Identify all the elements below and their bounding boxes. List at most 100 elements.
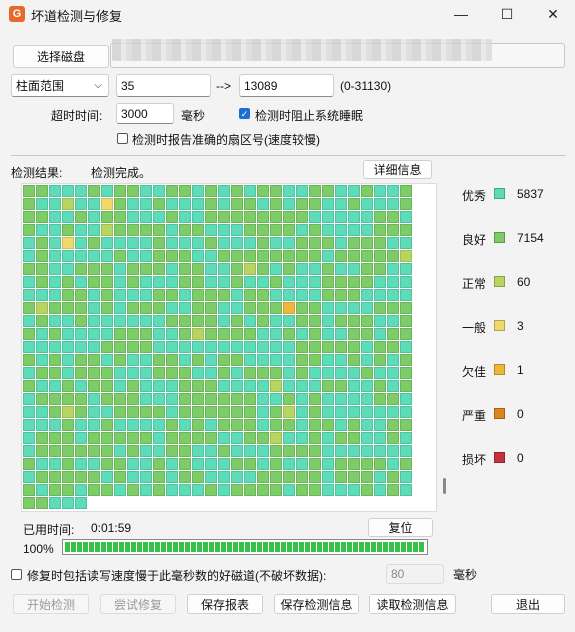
sector-block <box>218 380 230 392</box>
sector-block <box>192 471 204 483</box>
sector-block <box>114 406 126 418</box>
save-report-button[interactable]: 保存报表 <box>187 594 263 614</box>
prevent-sleep-checkbox[interactable]: ✓ <box>239 108 250 119</box>
sector-block <box>322 302 334 314</box>
sector-block <box>296 393 308 405</box>
sector-block <box>127 224 139 236</box>
sector-block <box>296 445 308 457</box>
sector-block <box>36 445 48 457</box>
sector-block <box>62 419 74 431</box>
sector-block <box>127 406 139 418</box>
sector-block <box>400 432 412 444</box>
reset-button[interactable]: 复位 <box>368 518 433 537</box>
sector-block <box>322 237 334 249</box>
sector-block <box>205 315 217 327</box>
details-button[interactable]: 详细信息 <box>363 160 432 179</box>
sector-block <box>361 328 373 340</box>
legend-count: 0 <box>517 407 524 421</box>
sector-block <box>205 432 217 444</box>
sector-block <box>166 237 178 249</box>
sector-block <box>62 263 74 275</box>
sector-block <box>153 354 165 366</box>
range-end-input[interactable]: 13089 <box>239 74 334 97</box>
sector-block <box>309 432 321 444</box>
sector-block <box>257 471 269 483</box>
sector-block <box>62 341 74 353</box>
sector-block <box>296 276 308 288</box>
repair-slow-checkbox[interactable] <box>11 569 22 580</box>
sector-block <box>166 458 178 470</box>
sector-block <box>140 406 152 418</box>
sector-block <box>400 367 412 379</box>
maximize-icon[interactable]: ☐ <box>484 0 530 28</box>
sector-block <box>218 289 230 301</box>
legend-label: 优秀 <box>462 189 487 203</box>
sector-block <box>166 328 178 340</box>
start-scan-button[interactable]: 开始检测 <box>13 594 89 614</box>
sector-block <box>62 211 74 223</box>
sector-block <box>400 250 412 262</box>
sector-block <box>49 263 61 275</box>
sector-block <box>88 432 100 444</box>
sector-block <box>88 341 100 353</box>
sector-block <box>101 458 113 470</box>
sector-block <box>270 484 282 496</box>
sector-block <box>88 263 100 275</box>
sector-block <box>88 328 100 340</box>
sector-block <box>127 341 139 353</box>
sector-block <box>205 458 217 470</box>
close-icon[interactable]: ✕ <box>530 0 575 28</box>
sector-block <box>374 328 386 340</box>
sector-block <box>153 419 165 431</box>
sector-block <box>244 341 256 353</box>
sector-block <box>218 185 230 197</box>
timeout-input[interactable]: 3000 <box>116 103 174 124</box>
sector-block <box>400 484 412 496</box>
sector-block <box>88 289 100 301</box>
sector-block <box>296 198 308 210</box>
sector-block <box>335 432 347 444</box>
sector-block <box>75 419 87 431</box>
save-info-button[interactable]: 保存检测信息 <box>274 594 359 614</box>
sector-block <box>49 432 61 444</box>
sector-block <box>114 302 126 314</box>
sector-block <box>348 289 360 301</box>
repair-threshold-input[interactable]: 80 <box>386 564 444 584</box>
sector-block <box>49 354 61 366</box>
sector-map-scrollbar[interactable] <box>443 478 446 494</box>
sector-block <box>127 367 139 379</box>
sector-block <box>114 250 126 262</box>
read-info-button[interactable]: 读取检测信息 <box>369 594 456 614</box>
sector-block <box>49 341 61 353</box>
sector-block <box>283 354 295 366</box>
sector-block <box>244 250 256 262</box>
sector-block <box>101 198 113 210</box>
sector-block <box>296 471 308 483</box>
try-repair-button[interactable]: 尝试修复 <box>100 594 176 614</box>
range-mode-select[interactable]: 柱面范围 ⌵ <box>11 74 109 97</box>
select-disk-button[interactable]: 选择磁盘 <box>13 45 109 68</box>
exit-button[interactable]: 退出 <box>491 594 565 614</box>
sector-block <box>296 419 308 431</box>
sector-block <box>400 393 412 405</box>
sector-block <box>283 471 295 483</box>
sector-block <box>101 224 113 236</box>
report-sector-checkbox[interactable] <box>117 133 128 144</box>
sector-block <box>361 484 373 496</box>
sector-block <box>75 393 87 405</box>
window-title: 坏道检测与修复 <box>31 9 123 24</box>
sector-block <box>205 224 217 236</box>
sector-block <box>88 315 100 327</box>
range-start-input[interactable]: 35 <box>116 74 211 97</box>
sector-block <box>49 380 61 392</box>
minimize-icon[interactable]: — <box>438 0 484 28</box>
sector-block <box>205 276 217 288</box>
sector-block <box>361 315 373 327</box>
sector-block <box>231 419 243 431</box>
sector-block <box>387 341 399 353</box>
sector-block <box>361 380 373 392</box>
sector-block <box>244 276 256 288</box>
sector-block <box>88 380 100 392</box>
sector-block <box>23 458 35 470</box>
sector-block <box>348 198 360 210</box>
